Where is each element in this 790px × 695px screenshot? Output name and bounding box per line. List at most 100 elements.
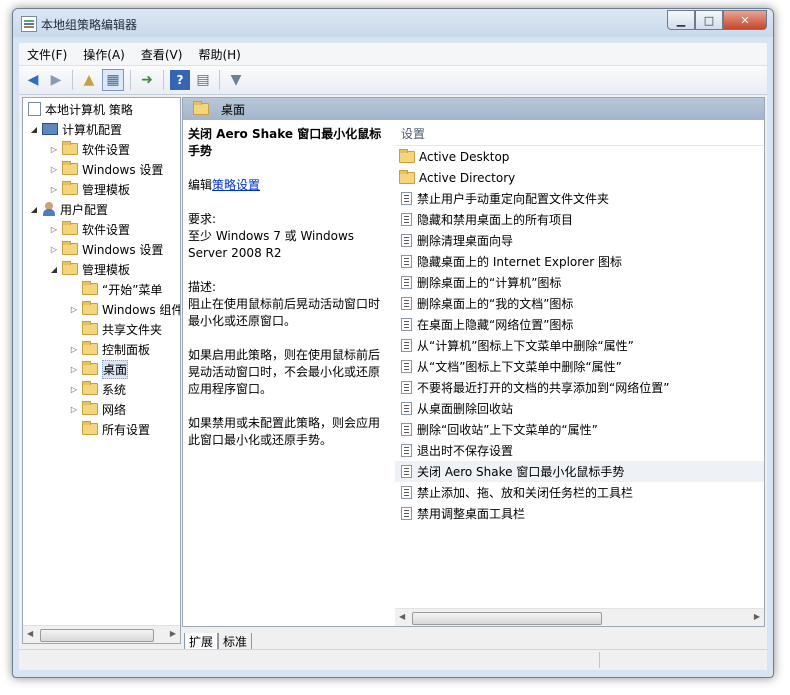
folder-icon xyxy=(82,401,98,415)
list-item-setting[interactable]: 禁止用户手动重定向配置文件文件夹 xyxy=(395,188,764,209)
edit-policy-link[interactable]: 策略设置 xyxy=(212,178,260,192)
close-button[interactable]: ✕ xyxy=(723,10,767,30)
tree-item-root[interactable]: 本地计算机 策略 xyxy=(25,99,133,119)
tree-item-label: 用户配置 xyxy=(60,202,109,217)
tree-item-all-settings[interactable]: 所有设置 xyxy=(69,419,150,439)
tree-item-user-config[interactable]: ◢ 用户配置 xyxy=(29,199,108,219)
scroll-thumb[interactable] xyxy=(412,612,602,625)
list-item-setting[interactable]: 禁止添加、拖、放和关闭任务栏的工具栏 xyxy=(395,482,764,503)
tree-item-admin-templates[interactable]: ◢ 管理模板 xyxy=(49,259,130,279)
list-item-setting[interactable]: 从“文档”图标上下文菜单中删除“属性” xyxy=(395,356,764,377)
show-hide-tree-icon[interactable]: ▦ xyxy=(102,69,124,91)
description: 描述: 阻止在使用鼠标前后晃动活动窗口时最小化或还原窗口。 xyxy=(188,279,388,330)
tree-item-computer-config[interactable]: ◢ 计算机配置 xyxy=(29,119,122,139)
menu-file[interactable]: 文件(F) xyxy=(19,46,75,63)
tree-item-control-panel[interactable]: ▷ 控制面板 xyxy=(69,339,150,359)
list-item-setting[interactable]: 删除“回收站”上下文菜单的“属性” xyxy=(395,419,764,440)
expand-arrow-icon[interactable]: ▷ xyxy=(49,225,59,234)
pane-header: 桌面 xyxy=(183,98,764,120)
folder-icon xyxy=(62,181,78,195)
tree-item-system[interactable]: ▷ 系统 xyxy=(69,379,126,399)
scroll-thumb[interactable] xyxy=(40,629,154,642)
column-header-setting[interactable]: 设置 xyxy=(395,121,764,146)
tree-item-desktop[interactable]: ▷ 桌面 xyxy=(69,359,129,379)
expand-arrow-icon[interactable]: ▷ xyxy=(49,165,59,174)
tree-item-network[interactable]: ▷ 网络 xyxy=(69,399,126,419)
list-item-label: 禁用调整桌面工具栏 xyxy=(417,507,526,521)
tree-item-label: 软件设置 xyxy=(82,222,131,237)
list-item-setting[interactable]: 删除清理桌面向导 xyxy=(395,230,764,251)
list-item-setting[interactable]: 从桌面删除回收站 xyxy=(395,398,764,419)
expand-arrow-icon[interactable]: ▷ xyxy=(69,305,79,314)
tree-item-admin-templates[interactable]: ▷ 管理模板 xyxy=(49,179,130,199)
list-item-label: 禁止添加、拖、放和关闭任务栏的工具栏 xyxy=(417,486,634,500)
maximize-button[interactable]: □ xyxy=(695,10,723,30)
expand-arrow-icon[interactable]: ▷ xyxy=(49,245,59,254)
tree-item-label: 所有设置 xyxy=(102,422,151,437)
minimize-button[interactable]: ▁ xyxy=(667,10,695,30)
tree-item-label: 管理模板 xyxy=(82,182,131,197)
list-item-setting[interactable]: 不要将最近打开的文档的共享添加到“网络位置” xyxy=(395,377,764,398)
tree-item-label: 管理模板 xyxy=(82,262,131,277)
list-item-label: 从桌面删除回收站 xyxy=(417,402,514,416)
tree-item-windows-settings[interactable]: ▷ Windows 设置 xyxy=(49,239,163,259)
filter-icon[interactable]: ▼ xyxy=(226,70,246,90)
tree-item-windows-settings[interactable]: ▷ Windows 设置 xyxy=(49,159,163,179)
list-horizontal-scrollbar[interactable]: ◀ ▶ xyxy=(395,608,764,626)
tree-item-shared-folders[interactable]: 共享文件夹 xyxy=(69,319,162,339)
menu-help[interactable]: 帮助(H) xyxy=(190,46,248,63)
menu-view[interactable]: 查看(V) xyxy=(133,46,191,63)
folder-icon xyxy=(399,148,415,163)
list-item-setting[interactable]: 退出时不保存设置 xyxy=(395,440,764,461)
scroll-right-icon[interactable]: ▶ xyxy=(754,612,760,621)
policy-setting-icon xyxy=(401,213,412,226)
list-item-setting[interactable]: 删除桌面上的“我的文档”图标 xyxy=(395,293,764,314)
list-item-label: 不要将最近打开的文档的共享添加到“网络位置” xyxy=(417,381,670,395)
tree-horizontal-scrollbar[interactable]: ◀ ▶ xyxy=(23,625,180,643)
window-title: 本地组策略编辑器 xyxy=(41,18,138,32)
list-item-setting[interactable]: 隐藏桌面上的 Internet Explorer 图标 xyxy=(395,251,764,272)
policy-setting-icon xyxy=(401,318,412,331)
expand-arrow-icon[interactable]: ▷ xyxy=(49,185,59,194)
properties-icon[interactable]: ▤ xyxy=(193,70,213,90)
list-item-label: Active Directory xyxy=(419,170,516,185)
tree-item-label: 控制面板 xyxy=(102,342,151,357)
list-item-label: 关闭 Aero Shake 窗口最小化鼠标手势 xyxy=(417,465,625,479)
expand-arrow-icon[interactable]: ▷ xyxy=(69,345,79,354)
back-icon[interactable]: ◀ xyxy=(23,70,43,90)
tree-item-label: 本地计算机 策略 xyxy=(45,102,133,117)
list-item-setting-selected[interactable]: 关闭 Aero Shake 窗口最小化鼠标手势 xyxy=(395,461,764,482)
list-item-setting[interactable]: 隐藏和禁用桌面上的所有项目 xyxy=(395,209,764,230)
tree-item-label: “开始”菜单 xyxy=(102,282,163,297)
expand-arrow-icon[interactable]: ▷ xyxy=(69,385,79,394)
expand-arrow-icon[interactable]: ▷ xyxy=(69,405,79,414)
policy-setting-icon xyxy=(401,297,412,310)
list-item-folder[interactable]: Active Directory xyxy=(395,167,764,188)
folder-icon xyxy=(62,161,78,175)
folder-icon xyxy=(82,321,98,335)
policy-setting-icon xyxy=(401,381,412,394)
forward-icon[interactable]: ▶ xyxy=(46,70,66,90)
list-item-setting[interactable]: 禁用调整桌面工具栏 xyxy=(395,503,764,524)
expand-arrow-icon[interactable]: ▷ xyxy=(49,145,59,154)
folder-icon xyxy=(62,241,78,255)
tree-item-start-menu[interactable]: “开始”菜单 xyxy=(69,279,162,299)
collapse-arrow-icon[interactable]: ◢ xyxy=(29,125,39,134)
tree-item-software-settings[interactable]: ▷ 软件设置 xyxy=(49,219,130,239)
scroll-left-icon[interactable]: ◀ xyxy=(27,629,33,638)
list-item-setting[interactable]: 删除桌面上的“计算机”图标 xyxy=(395,272,764,293)
collapse-arrow-icon[interactable]: ◢ xyxy=(49,265,59,274)
scroll-right-icon[interactable]: ▶ xyxy=(170,629,176,638)
help-icon[interactable]: ? xyxy=(170,70,190,90)
expand-arrow-icon[interactable]: ▷ xyxy=(69,365,79,374)
list-item-folder[interactable]: Active Desktop xyxy=(395,146,764,167)
up-folder-icon[interactable]: ▲ xyxy=(79,70,99,90)
menu-action[interactable]: 操作(A) xyxy=(75,46,133,63)
tree-item-windows-components[interactable]: ▷ Windows 组件 xyxy=(69,299,180,319)
list-item-setting[interactable]: 从“计算机”图标上下文菜单中删除“属性” xyxy=(395,335,764,356)
export-icon[interactable]: ➜ xyxy=(137,70,157,90)
collapse-arrow-icon[interactable]: ◢ xyxy=(29,205,39,214)
list-item-setting[interactable]: 在桌面上隐藏“网络位置”图标 xyxy=(395,314,764,335)
scroll-left-icon[interactable]: ◀ xyxy=(399,612,405,621)
tree-item-software-settings[interactable]: ▷ 软件设置 xyxy=(49,139,130,159)
